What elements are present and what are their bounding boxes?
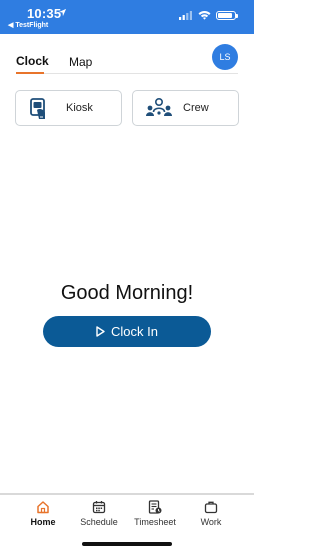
play-outline-icon	[96, 326, 105, 337]
nav-timesheet[interactable]: Timesheet	[125, 500, 185, 527]
wifi-icon	[198, 11, 211, 20]
top-tabs: Clock Map	[16, 54, 238, 74]
status-bar: 10:35 ◀ TestFlight	[0, 0, 254, 34]
home-indicator	[82, 542, 172, 546]
kiosk-label: Kiosk	[66, 102, 93, 114]
kiosk-card[interactable]: Kiosk	[15, 90, 122, 126]
kiosk-icon	[30, 98, 45, 119]
briefcase-icon	[204, 501, 218, 514]
tab-map[interactable]: Map	[69, 55, 92, 69]
cellular-signal-icon	[179, 10, 192, 20]
timesheet-icon	[148, 500, 162, 514]
status-time: 10:35	[27, 6, 62, 21]
status-indicators	[179, 10, 238, 20]
crew-label: Crew	[183, 102, 209, 114]
avatar[interactable]: LS	[212, 44, 238, 70]
nav-schedule-label: Schedule	[80, 517, 118, 527]
nav-home[interactable]: Home	[13, 500, 73, 527]
crew-icon	[146, 97, 172, 116]
crew-card[interactable]: Crew	[132, 90, 239, 126]
greeting-text: Good Morning!	[60, 282, 194, 304]
clock-in-button[interactable]: Clock In	[43, 316, 211, 347]
calendar-icon	[92, 501, 106, 514]
battery-icon	[216, 10, 238, 20]
location-arrow-icon	[58, 8, 67, 17]
tab-clock[interactable]: Clock	[16, 54, 49, 68]
nav-home-label: Home	[30, 517, 56, 527]
clock-in-label: Clock In	[111, 324, 158, 339]
nav-timesheet-label: Timesheet	[134, 517, 176, 527]
home-icon	[37, 501, 49, 514]
nav-work[interactable]: Work	[181, 500, 241, 527]
back-to-testflight-link[interactable]: ◀ TestFlight	[8, 21, 48, 29]
nav-schedule[interactable]: Schedule	[69, 500, 129, 527]
nav-work-label: Work	[200, 517, 222, 527]
active-tab-indicator	[16, 72, 44, 74]
